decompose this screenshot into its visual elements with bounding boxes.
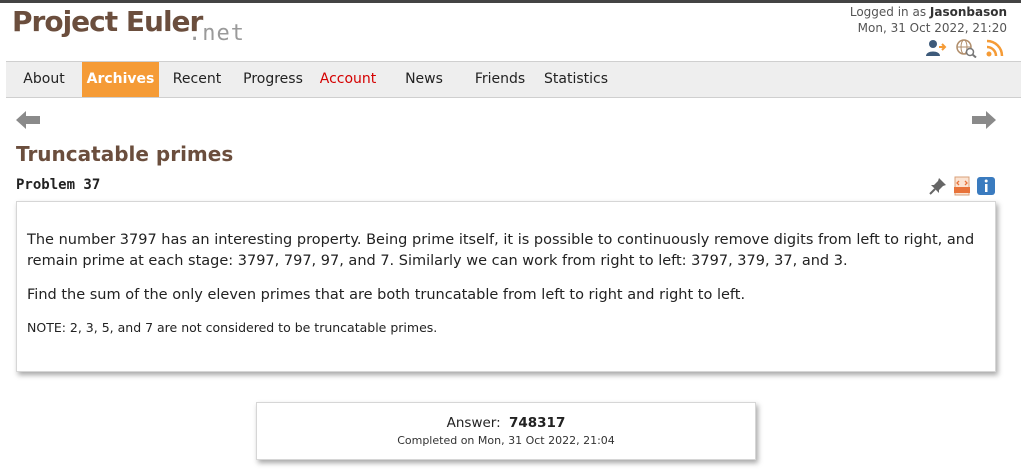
problem-note: NOTE: 2, 3, 5, and 7 are not considered … bbox=[27, 320, 438, 335]
main-nav: About Archives Recent Progress Account N… bbox=[6, 61, 1021, 98]
next-arrow-icon[interactable] bbox=[971, 109, 997, 131]
username: Jasonbason bbox=[929, 5, 1007, 19]
answer-label: Answer: bbox=[446, 415, 501, 431]
pin-icon[interactable] bbox=[928, 176, 948, 196]
answer-value: 748317 bbox=[508, 415, 566, 431]
search-globe-icon[interactable] bbox=[955, 38, 977, 58]
nav-statistics[interactable]: Statistics bbox=[542, 62, 610, 97]
rss-feed-icon[interactable] bbox=[985, 38, 1007, 58]
completed-timestamp: Completed on Mon, 31 Oct 2022, 21:04 bbox=[397, 434, 615, 447]
nav-progress[interactable]: Progress bbox=[236, 62, 310, 97]
top-rule bbox=[0, 0, 1021, 3]
nav-about[interactable]: About bbox=[14, 62, 74, 97]
nav-archives[interactable]: Archives bbox=[82, 62, 159, 97]
problem-paragraph: The number 3797 has an interesting prope… bbox=[27, 232, 975, 269]
logo-suffix: .net bbox=[188, 21, 245, 46]
nav-account[interactable]: Account bbox=[314, 62, 382, 97]
problem-paragraph: Find the sum of the only eleven primes t… bbox=[27, 287, 746, 303]
nav-friends[interactable]: Friends bbox=[468, 62, 532, 97]
nav-news[interactable]: News bbox=[396, 62, 452, 97]
account-icon[interactable] bbox=[925, 38, 947, 58]
problem-number: Problem 37 bbox=[16, 177, 101, 193]
previous-arrow-icon[interactable] bbox=[15, 109, 41, 131]
problem-title: Truncatable primes bbox=[16, 142, 234, 166]
html-file-icon[interactable] bbox=[952, 176, 972, 196]
logged-in-line: Logged in as Jasonbason bbox=[850, 4, 1007, 20]
current-datetime: Mon, 31 Oct 2022, 21:20 bbox=[857, 21, 1007, 35]
problem-content: The number 3797 has an interesting prope… bbox=[16, 201, 996, 372]
login-info: Logged in as Jasonbason Mon, 31 Oct 2022… bbox=[850, 4, 1007, 36]
info-icon[interactable] bbox=[976, 176, 996, 196]
logo-text: Project Euler bbox=[12, 5, 203, 38]
header-icons bbox=[925, 38, 1007, 58]
answer-line: Answer: 748317 bbox=[257, 415, 755, 431]
logged-in-prefix: Logged in as bbox=[849, 5, 930, 19]
problem-icons bbox=[928, 176, 996, 196]
nav-recent[interactable]: Recent bbox=[166, 62, 228, 97]
answer-panel: Answer: 748317 Completed on Mon, 31 Oct … bbox=[256, 402, 756, 460]
